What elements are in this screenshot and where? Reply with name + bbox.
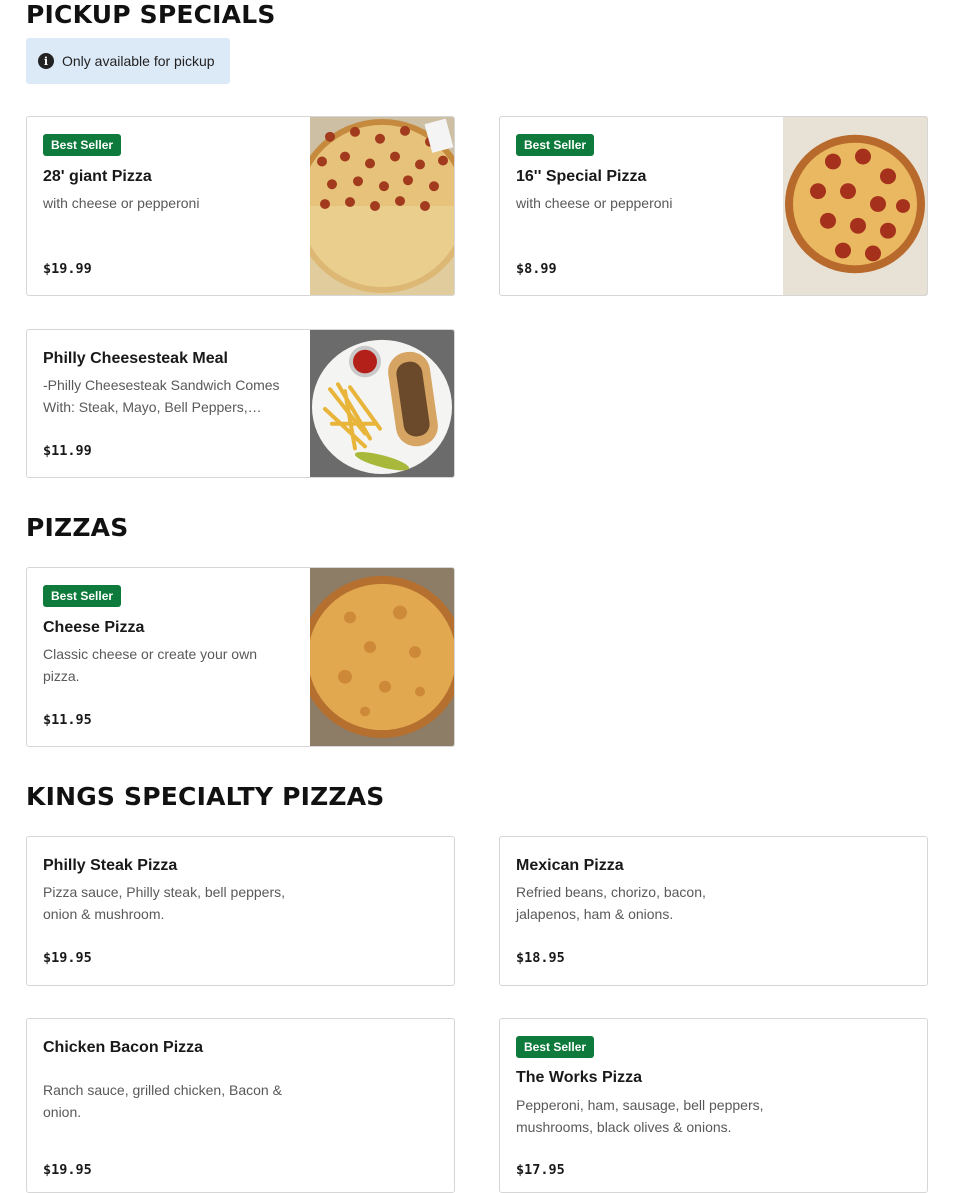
pepperoni-pizza-image (783, 117, 927, 295)
menu-item-mexican-pizza[interactable]: Mexican Pizza Refried beans, chorizo, ba… (499, 836, 928, 986)
menu-item-giant-pizza[interactable]: Best Seller 28' giant Pizza with cheese … (26, 116, 455, 296)
item-description: Ranch sauce, grilled chicken, Bacon & on… (43, 1082, 282, 1120)
menu-item-the-works-pizza[interactable]: Best Seller The Works Pizza Pepperoni, h… (499, 1018, 928, 1193)
item-price: $19.95 (43, 1162, 92, 1178)
giant-pizza-image (310, 117, 454, 295)
section-title-pizzas: PIZZAS (26, 513, 129, 542)
item-price: $18.95 (516, 950, 565, 966)
section-title-kings-specialty-pizzas: KINGS SPECIALTY PIZZAS (26, 782, 385, 811)
item-description: Classic cheese or create your own pizza. (43, 646, 257, 684)
item-name: 28' giant Pizza (43, 168, 152, 185)
item-name: Cheese Pizza (43, 619, 145, 636)
item-description: Pizza sauce, Philly steak, bell peppers,… (43, 884, 286, 922)
item-name: Philly Cheesesteak Meal (43, 350, 228, 367)
best-seller-badge: Best Seller (516, 1036, 595, 1058)
menu-item-special-pizza[interactable]: Best Seller 16'' Special Pizza with chee… (499, 116, 928, 296)
item-description: Refried beans, chorizo, bacon, jalapenos… (516, 884, 706, 922)
item-price: $19.95 (43, 950, 92, 966)
menu-item-philly-steak-pizza[interactable]: Philly Steak Pizza Pizza sauce, Philly s… (26, 836, 455, 986)
cheese-pizza-image (310, 568, 454, 746)
item-price: $11.99 (43, 443, 92, 459)
item-description: Pepperoni, ham, sausage, bell peppers, m… (516, 1097, 764, 1135)
item-price: $8.99 (516, 261, 557, 277)
menu-item-cheese-pizza[interactable]: Best Seller Cheese Pizza Classic cheese … (26, 567, 455, 747)
item-price: $11.95 (43, 712, 92, 728)
item-description: with cheese or pepperoni (43, 195, 200, 211)
best-seller-badge: Best Seller (43, 134, 122, 156)
item-name: The Works Pizza (516, 1069, 642, 1086)
item-name: 16'' Special Pizza (516, 168, 647, 185)
best-seller-badge: Best Seller (516, 134, 595, 156)
item-price: $19.99 (43, 261, 92, 277)
item-price: $17.95 (516, 1162, 565, 1178)
cheesesteak-meal-image (310, 330, 454, 477)
notice-text: Only available for pickup (62, 53, 215, 69)
pickup-only-notice: i Only available for pickup (26, 38, 230, 84)
item-description: -Philly Cheesesteak Sandwich Comes With:… (43, 377, 280, 415)
item-name: Philly Steak Pizza (43, 857, 178, 874)
section-title-pickup-specials: PICKUP SPECIALS (26, 0, 276, 29)
best-seller-badge: Best Seller (43, 585, 122, 607)
info-icon: i (38, 53, 54, 69)
item-name: Mexican Pizza (516, 857, 624, 874)
item-description: with cheese or pepperoni (516, 195, 673, 211)
item-name: Chicken Bacon Pizza (43, 1039, 204, 1056)
menu-item-chicken-bacon-pizza[interactable]: Chicken Bacon Pizza Ranch sauce, grilled… (26, 1018, 455, 1193)
menu-item-philly-cheesesteak-meal[interactable]: Philly Cheesesteak Meal -Philly Cheesest… (26, 329, 455, 478)
